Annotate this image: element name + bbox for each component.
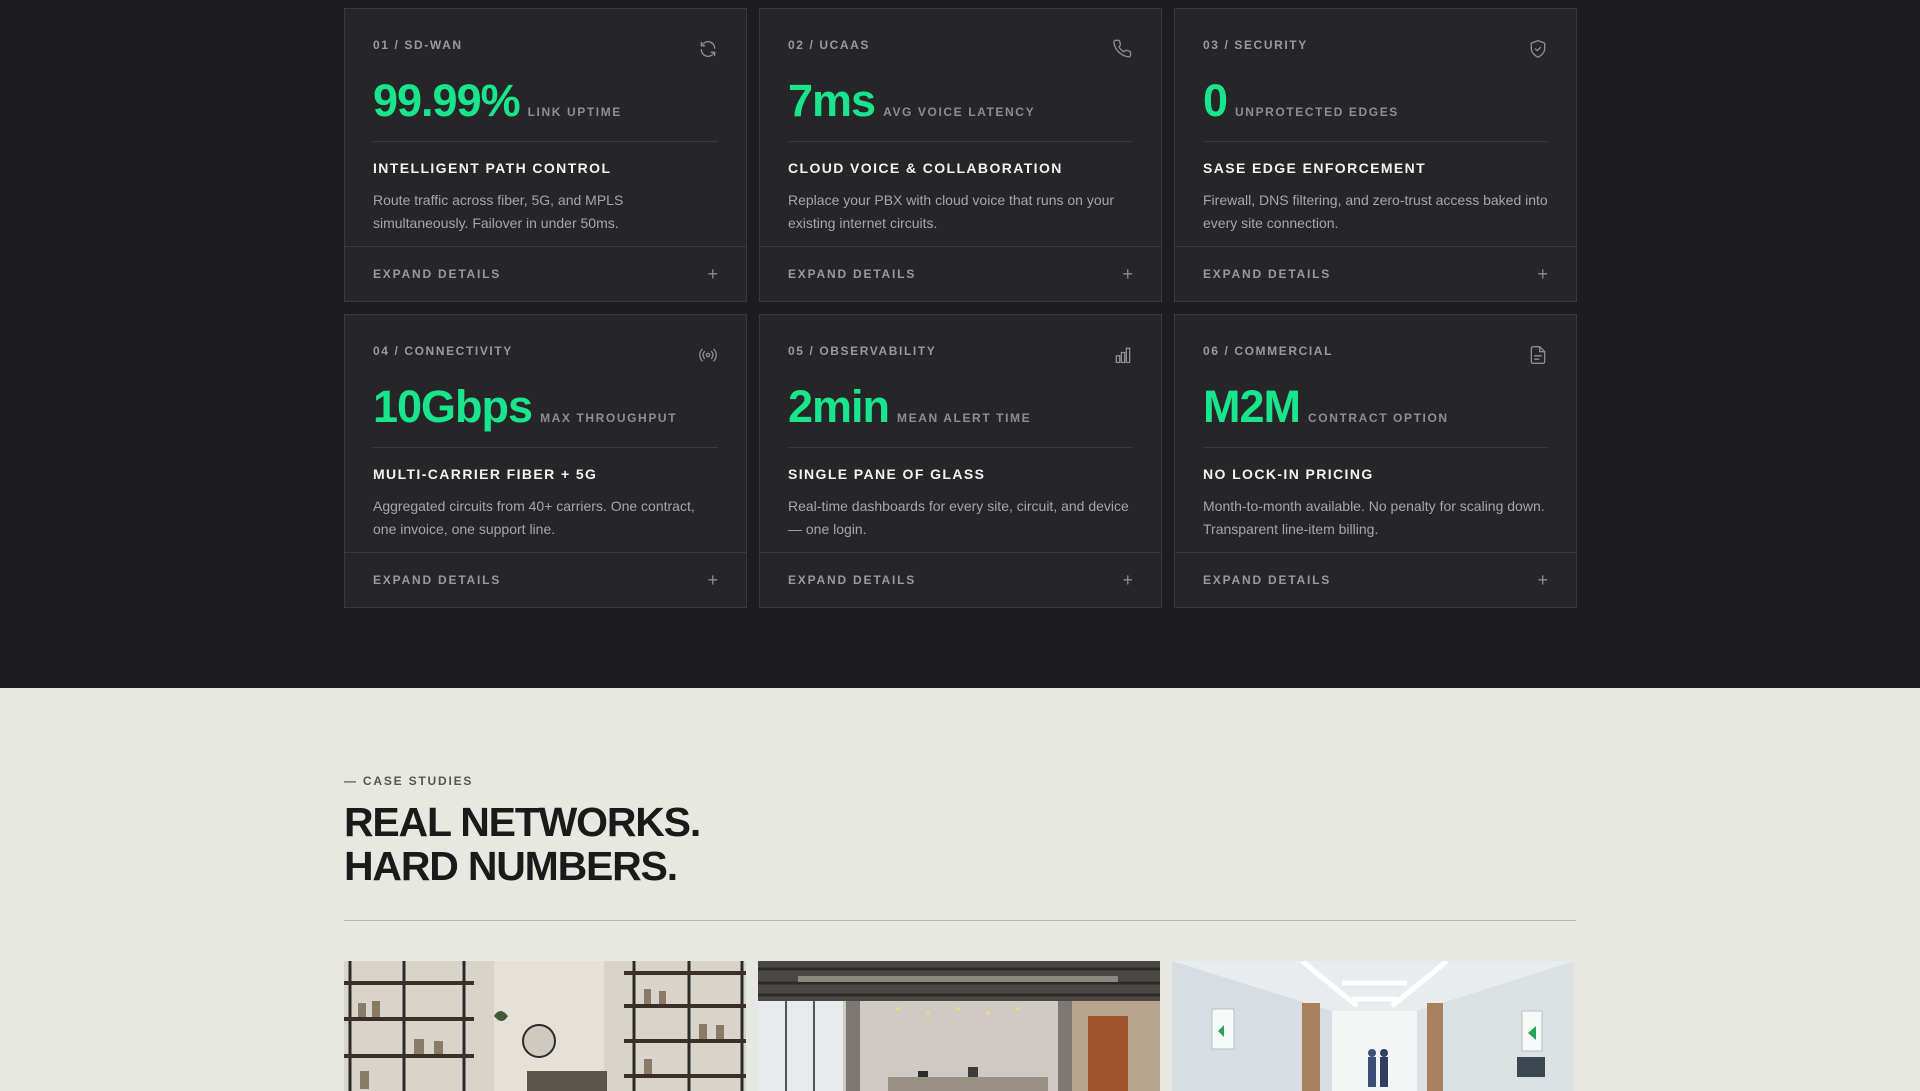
- expand-details-button[interactable]: EXPAND DETAILS +: [345, 552, 746, 607]
- expand-details-label: EXPAND DETAILS: [1203, 267, 1332, 281]
- service-card-connectivity: 04 / CONNECTIVITY 10Gbps MAX THROUGHPUT …: [344, 314, 747, 608]
- section-headline: REAL NETWORKS. HARD NUMBERS.: [344, 799, 701, 889]
- plus-icon: +: [1122, 264, 1133, 284]
- card-title: CLOUD VOICE & COLLABORATION: [788, 160, 1063, 176]
- metric-value: 99.99%: [373, 75, 521, 126]
- metric-value: 10Gbps: [373, 381, 533, 432]
- service-card-observability: 05 / OBSERVABILITY 2min MEAN ALERT TIME …: [759, 314, 1162, 608]
- metric-label: UNPROTECTED EDGES: [1235, 105, 1399, 119]
- case-study-photos: [344, 961, 1576, 1091]
- service-card-security: 03 / SECURITY 0 UNPROTECTED EDGES SASE E…: [1174, 8, 1577, 302]
- expand-details-label: EXPAND DETAILS: [373, 573, 502, 587]
- services-section: 01 / SD-WAN 99.99% LINK UPTIME INTELLIGE…: [0, 0, 1920, 688]
- card-description: Aggregated circuits from 40+ carriers. O…: [373, 498, 695, 537]
- card-title: SINGLE PANE OF GLASS: [788, 466, 986, 482]
- section-kicker: — CASE STUDIES: [344, 774, 474, 788]
- card-title: SASE EDGE ENFORCEMENT: [1203, 160, 1427, 176]
- metric-value: 7ms: [788, 75, 876, 126]
- bar-chart-icon: [1113, 345, 1133, 365]
- metric-value: 2min: [788, 381, 890, 432]
- card-description: Route traffic across fiber, 5G, and MPLS…: [373, 192, 624, 231]
- retail-store-photo[interactable]: [344, 961, 746, 1091]
- metric-row: 2min MEAN ALERT TIME: [788, 381, 1133, 448]
- metric-label: MEAN ALERT TIME: [897, 411, 1032, 425]
- shield-icon: [1528, 39, 1548, 59]
- card-description: Firewall, DNS filtering, and zero-trust …: [1203, 192, 1548, 231]
- expand-details-button[interactable]: EXPAND DETAILS +: [760, 246, 1161, 301]
- card-description: Month-to-month available. No penalty for…: [1203, 498, 1545, 537]
- card-description: Real-time dashboards for every site, cir…: [788, 498, 1129, 537]
- services-grid: 01 / SD-WAN 99.99% LINK UPTIME INTELLIGE…: [344, 8, 1577, 608]
- plus-icon: +: [707, 570, 718, 590]
- hospital-corridor-photo[interactable]: [1172, 961, 1574, 1091]
- card-eyebrow: 02 / UCAAS: [788, 38, 871, 52]
- card-eyebrow: 03 / SECURITY: [1203, 38, 1308, 52]
- refresh-icon: [698, 39, 718, 59]
- card-eyebrow: 01 / SD-WAN: [373, 38, 463, 52]
- card-description: Replace your PBX with cloud voice that r…: [788, 192, 1115, 231]
- metric-label: MAX THROUGHPUT: [540, 411, 678, 425]
- metric-row: 99.99% LINK UPTIME: [373, 75, 718, 142]
- expand-details-label: EXPAND DETAILS: [788, 267, 917, 281]
- card-eyebrow: 04 / CONNECTIVITY: [373, 344, 513, 358]
- metric-row: M2M CONTRACT OPTION: [1203, 381, 1548, 448]
- document-icon: [1528, 345, 1548, 365]
- card-title: INTELLIGENT PATH CONTROL: [373, 160, 612, 176]
- metric-row: 7ms AVG VOICE LATENCY: [788, 75, 1133, 142]
- service-card-sd-wan: 01 / SD-WAN 99.99% LINK UPTIME INTELLIGE…: [344, 8, 747, 302]
- card-title: MULTI-CARRIER FIBER + 5G: [373, 466, 598, 482]
- plus-icon: +: [1122, 570, 1133, 590]
- expand-details-button[interactable]: EXPAND DETAILS +: [1175, 246, 1576, 301]
- service-card-ucaas: 02 / UCAAS 7ms AVG VOICE LATENCY CLOUD V…: [759, 8, 1162, 302]
- metric-label: CONTRACT OPTION: [1308, 411, 1449, 425]
- plus-icon: +: [1537, 264, 1548, 284]
- card-eyebrow: 06 / COMMERCIAL: [1203, 344, 1334, 358]
- case-studies-section: — CASE STUDIES REAL NETWORKS. HARD NUMBE…: [0, 688, 1920, 1091]
- expand-details-label: EXPAND DETAILS: [373, 267, 502, 281]
- service-card-commercial: 06 / COMMERCIAL M2M CONTRACT OPTION NO L…: [1174, 314, 1577, 608]
- metric-row: 10Gbps MAX THROUGHPUT: [373, 381, 718, 448]
- metric-label: LINK UPTIME: [527, 105, 622, 119]
- section-divider: [344, 920, 1576, 921]
- open-office-photo[interactable]: [758, 961, 1160, 1091]
- headline-line-1: REAL NETWORKS.: [344, 799, 701, 845]
- metric-row: 0 UNPROTECTED EDGES: [1203, 75, 1548, 142]
- plus-icon: +: [707, 264, 718, 284]
- expand-details-label: EXPAND DETAILS: [1203, 573, 1332, 587]
- metric-value: M2M: [1203, 381, 1301, 432]
- metric-label: AVG VOICE LATENCY: [883, 105, 1036, 119]
- card-title: NO LOCK-IN PRICING: [1203, 466, 1374, 482]
- broadcast-icon: [698, 345, 718, 365]
- headline-line-2: HARD NUMBERS.: [344, 843, 678, 889]
- metric-value: 0: [1203, 75, 1228, 126]
- expand-details-button[interactable]: EXPAND DETAILS +: [1175, 552, 1576, 607]
- expand-details-label: EXPAND DETAILS: [788, 573, 917, 587]
- phone-icon: [1113, 39, 1133, 59]
- card-eyebrow: 05 / OBSERVABILITY: [788, 344, 937, 358]
- expand-details-button[interactable]: EXPAND DETAILS +: [760, 552, 1161, 607]
- plus-icon: +: [1537, 570, 1548, 590]
- expand-details-button[interactable]: EXPAND DETAILS +: [345, 246, 746, 301]
